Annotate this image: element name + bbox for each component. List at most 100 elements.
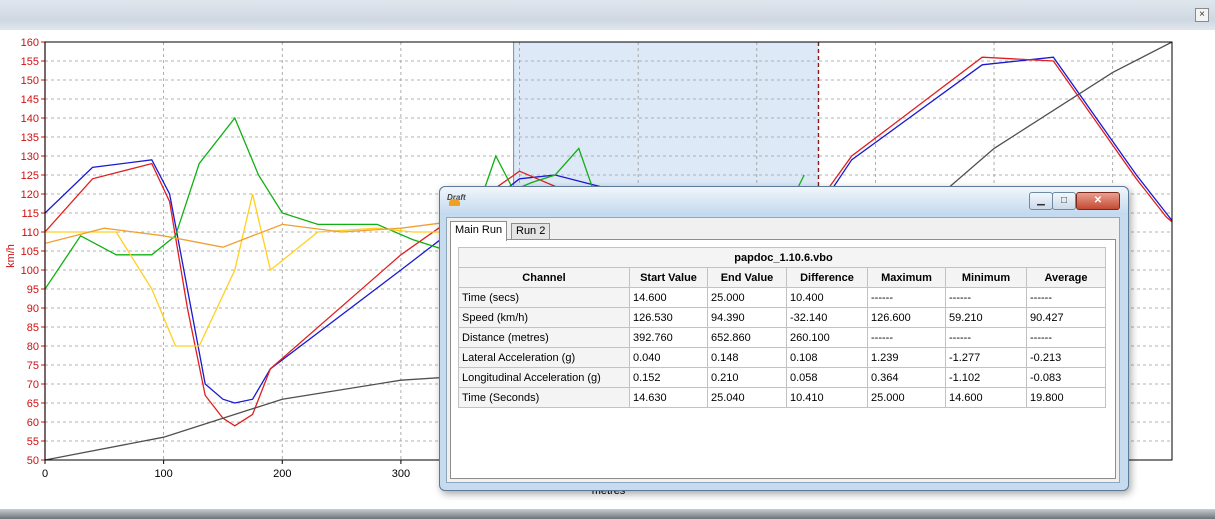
y-tick-label: 150 (21, 75, 39, 87)
channel-name: Time (secs) (458, 287, 630, 308)
table-cell: ------ (1026, 327, 1106, 348)
y-tick-label: 115 (21, 208, 39, 220)
channel-name: Speed (km/h) (458, 307, 630, 328)
y-tick-label: 50 (27, 455, 39, 467)
minimize-button[interactable]: ▁ (1029, 192, 1053, 210)
file-title: papdoc_1.10.6.vbo (458, 247, 1106, 268)
table-cell: ------ (1026, 287, 1106, 308)
table-cell: 10.410 (786, 387, 868, 408)
table-cell: ------ (867, 287, 946, 308)
table-cell: 0.040 (629, 347, 708, 368)
y-tick-label: 80 (27, 341, 39, 353)
y-tick-label: 65 (27, 398, 39, 410)
x-tick-label: 100 (154, 468, 172, 480)
table-cell: 25.000 (867, 387, 946, 408)
column-header-row: Channel Start Value End Value Difference… (458, 267, 1106, 288)
table-cell: 14.600 (629, 287, 708, 308)
column-header[interactable]: Average (1026, 267, 1106, 288)
channel-name: Time (Seconds) (458, 387, 630, 408)
table-cell: 260.100 (786, 327, 868, 348)
channel-name: Distance (metres) (458, 327, 630, 348)
y-tick-label: 110 (21, 227, 39, 239)
window-title-bar[interactable]: Draft ▁ □ ✕ (440, 187, 1128, 215)
table-cell: 14.600 (945, 387, 1027, 408)
table-cell: -0.213 (1026, 347, 1106, 368)
column-header[interactable]: Minimum (945, 267, 1027, 288)
y-axis-label: km/h (5, 244, 17, 268)
column-header[interactable]: Start Value (629, 267, 708, 288)
table-cell: 14.630 (629, 387, 708, 408)
statistics-window[interactable]: Draft ▁ □ ✕ Main Run Run 2 papdoc_1.10.6… (439, 186, 1129, 491)
table-cell: 0.058 (786, 367, 868, 388)
table-cell: 652.860 (707, 327, 787, 348)
y-tick-label: 135 (21, 132, 39, 144)
table-cell: -0.083 (1026, 367, 1106, 388)
table-cell: -1.277 (945, 347, 1027, 368)
tab-main-run[interactable]: Main Run (450, 221, 508, 241)
table-row[interactable]: Time (Seconds) 14.630 25.040 10.410 25.0… (458, 387, 1106, 408)
y-tick-label: 155 (21, 56, 39, 68)
table-cell: 0.364 (867, 367, 946, 388)
table-cell: 10.400 (786, 287, 868, 308)
table-cell: -32.140 (786, 307, 868, 328)
y-tick-label: 85 (27, 322, 39, 334)
x-tick-label: 0 (42, 468, 48, 480)
table-cell: ------ (867, 327, 946, 348)
table-cell: 0.108 (786, 347, 868, 368)
table-cell: 94.390 (707, 307, 787, 328)
table-cell: 25.000 (707, 287, 787, 308)
y-tick-label: 120 (21, 189, 39, 201)
maximize-button[interactable]: □ (1052, 192, 1076, 210)
x-tick-label: 200 (273, 468, 291, 480)
table-cell: 1.239 (867, 347, 946, 368)
close-button[interactable]: ✕ (1076, 192, 1120, 210)
table-row[interactable]: Longitudinal Acceleration (g) 0.152 0.21… (458, 367, 1106, 388)
y-tick-label: 140 (21, 113, 39, 125)
column-header[interactable]: End Value (707, 267, 787, 288)
tab-run-2[interactable]: Run 2 (511, 223, 551, 240)
table-row[interactable]: Time (secs) 14.600 25.000 10.400 ------ … (458, 287, 1106, 308)
y-tick-label: 100 (21, 265, 39, 277)
table-cell: 90.427 (1026, 307, 1106, 328)
table-cell: 59.210 (945, 307, 1027, 328)
y-tick-label: 75 (27, 360, 39, 372)
table-cell: 19.800 (1026, 387, 1106, 408)
table-cell: ------ (945, 327, 1027, 348)
table-cell: 0.148 (707, 347, 787, 368)
table-cell: 126.600 (867, 307, 946, 328)
column-header[interactable]: Difference (786, 267, 868, 288)
table-row[interactable]: Lateral Acceleration (g) 0.040 0.148 0.1… (458, 347, 1106, 368)
column-header[interactable]: Channel (458, 267, 630, 288)
y-axis: 50 55 60 65 70 75 80 85 90 95 100 105 110 115 120 125 13… (21, 37, 46, 467)
y-tick-label: 90 (27, 303, 39, 315)
table-cell: 0.152 (629, 367, 708, 388)
y-tick-label: 130 (21, 151, 39, 163)
x-tick-label: 300 (392, 468, 410, 480)
column-header[interactable]: Maximum (867, 267, 946, 288)
table-cell: 25.040 (707, 387, 787, 408)
table-row[interactable]: Distance (metres) 392.760 652.860 260.10… (458, 327, 1106, 348)
y-tick-label: 105 (21, 246, 39, 258)
app-logo-icon: Draft (447, 193, 466, 209)
table-cell: 392.760 (629, 327, 708, 348)
y-tick-label: 160 (21, 37, 39, 49)
table-cell: 0.210 (707, 367, 787, 388)
y-tick-label: 95 (27, 284, 39, 296)
y-tick-label: 145 (21, 94, 39, 106)
table-row[interactable]: Speed (km/h) 126.530 94.390 -32.140 126.… (458, 307, 1106, 328)
y-tick-label: 70 (27, 379, 39, 391)
statistics-table: papdoc_1.10.6.vbo Channel Start Value En… (458, 247, 1106, 408)
background-taskbar (0, 509, 1215, 519)
y-tick-label: 55 (27, 436, 39, 448)
table-cell: 126.530 (629, 307, 708, 328)
table-cell: ------ (945, 287, 1027, 308)
close-icon[interactable]: × (1195, 8, 1209, 22)
table-cell: -1.102 (945, 367, 1027, 388)
channel-name: Longitudinal Acceleration (g) (458, 367, 630, 388)
y-tick-label: 60 (27, 417, 39, 429)
window-client-area: Main Run Run 2 papdoc_1.10.6.vbo Channel… (446, 217, 1120, 483)
app-logo-shape (449, 199, 460, 206)
background-app-toolbar (0, 0, 1215, 34)
y-tick-label: 125 (21, 170, 39, 182)
channel-name: Lateral Acceleration (g) (458, 347, 630, 368)
